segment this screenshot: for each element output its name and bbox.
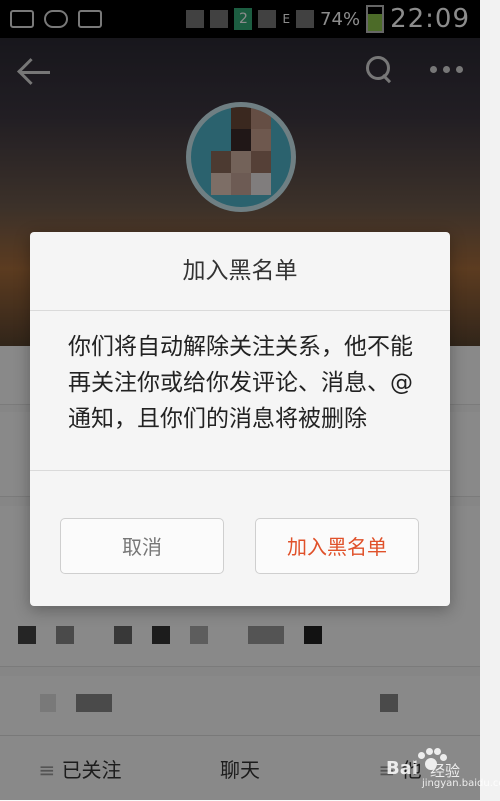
cancel-button[interactable]: 取消 xyxy=(60,518,224,574)
baidu-watermark: Bai 经验 jingyan.baidu.com xyxy=(386,748,500,792)
dialog-title: 加入黑名单 xyxy=(30,232,450,311)
watermark-url: jingyan.baidu.com xyxy=(422,778,500,789)
blacklist-dialog: 加入黑名单 你们将自动解除关注关系，他不能再关注你或给你发评论、消息、@通知，且… xyxy=(30,232,450,606)
dialog-message: 你们将自动解除关注关系，他不能再关注你或给你发评论、消息、@通知，且你们的消息将… xyxy=(30,311,450,471)
add-to-blacklist-button[interactable]: 加入黑名单 xyxy=(255,518,419,574)
dialog-buttons: 取消 加入黑名单 xyxy=(30,518,450,578)
watermark-brand: Bai xyxy=(386,758,419,779)
